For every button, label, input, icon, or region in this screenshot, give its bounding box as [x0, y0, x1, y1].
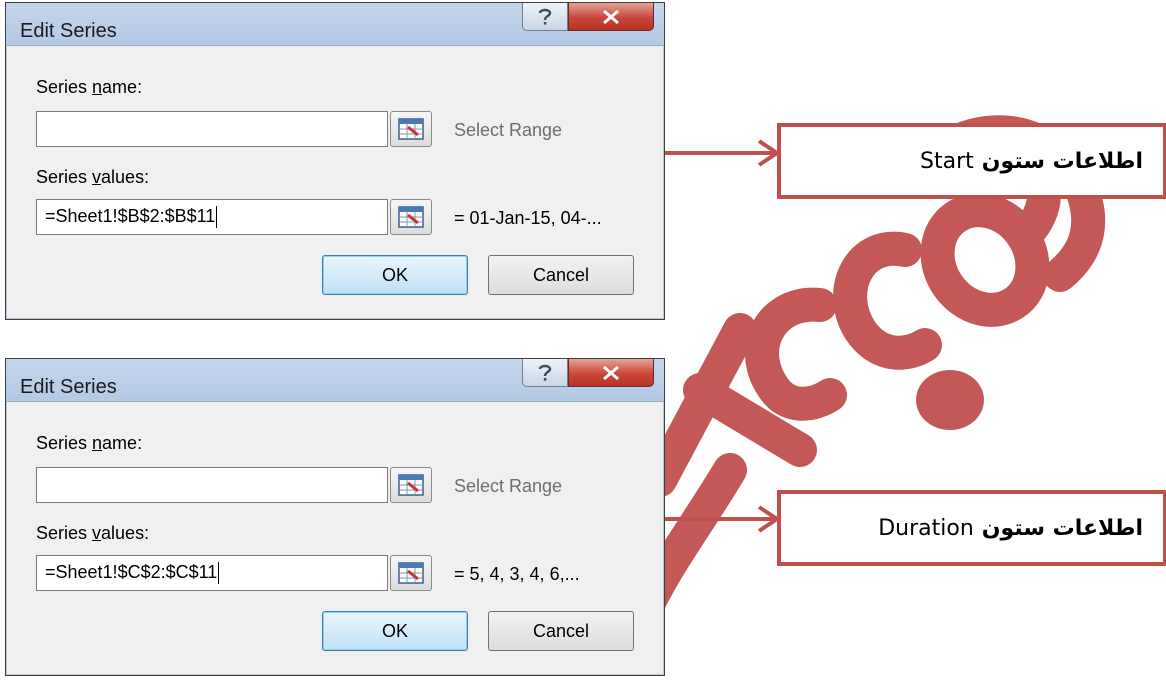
dialog-titlebar: Edit Series: [6, 359, 664, 402]
series-name-label: Series name:: [36, 77, 142, 98]
edit-series-dialog-duration: Edit Series Series name: Select Range Se…: [5, 358, 665, 676]
series-name-preview: Select Range: [454, 120, 563, 140]
series-values-input[interactable]: =Sheet1!$C$2:$C$11: [36, 555, 388, 591]
series-values-label: Series values:: [36, 523, 149, 544]
series-name-label-prefix: Series: [36, 77, 93, 97]
series-values-input[interactable]: =Sheet1!$B$2:$B$11: [36, 199, 388, 235]
range-select-icon: [398, 118, 424, 140]
callout-english: Start: [920, 148, 974, 174]
range-select-icon: [398, 206, 424, 228]
question-mark-icon: [538, 364, 552, 381]
cancel-button[interactable]: Cancel: [488, 255, 634, 295]
range-select-icon: [398, 562, 424, 584]
callout-start: Start اطلاعات ستون: [777, 123, 1166, 199]
close-button[interactable]: [568, 359, 654, 387]
series-values-label: Series values:: [36, 167, 149, 188]
callout-duration: Duration اطلاعات ستون: [777, 490, 1166, 566]
help-button[interactable]: [522, 359, 568, 387]
callout-english: Duration: [878, 515, 974, 541]
close-icon: [603, 365, 619, 380]
series-name-label-prefix: Series: [36, 433, 93, 453]
series-name-input[interactable]: [36, 467, 388, 503]
series-values-label-prefix: Series: [36, 523, 93, 543]
series-values-preview: = 01-Jan-15, 04-...: [454, 208, 602, 228]
series-values-label-accesskey: v: [92, 167, 102, 187]
series-values-label-suffix: alues:: [101, 167, 150, 187]
series-values-preview: = 5, 4, 3, 4, 6,...: [454, 564, 580, 584]
cancel-button[interactable]: Cancel: [488, 611, 634, 651]
series-name-label-suffix: ame:: [102, 433, 143, 453]
series-values-label-suffix: alues:: [101, 523, 150, 543]
series-values-label-prefix: Series: [36, 167, 93, 187]
text-cursor: [218, 562, 220, 585]
ok-button[interactable]: OK: [322, 255, 468, 295]
arrow-right-icon: [665, 139, 781, 167]
dialog-title: Edit Series: [20, 20, 117, 42]
series-name-label-suffix: ame:: [102, 77, 143, 97]
text-cursor: [216, 206, 218, 229]
arrow-right-icon: [665, 505, 781, 533]
series-name-range-button[interactable]: [390, 467, 432, 503]
range-select-icon: [398, 474, 424, 496]
ok-button[interactable]: OK: [322, 611, 468, 651]
series-values-label-accesskey: v: [92, 523, 102, 543]
dialog-titlebar: Edit Series: [6, 3, 664, 46]
series-name-label-accesskey: n: [92, 77, 103, 97]
series-name-label: Series name:: [36, 433, 142, 454]
close-button[interactable]: [568, 3, 654, 31]
callout-persian: اطلاعات ستون: [981, 515, 1143, 541]
series-name-preview: Select Range: [454, 476, 563, 496]
series-values-text: =Sheet1!$B$2:$B$11: [45, 206, 216, 226]
series-name-input[interactable]: [36, 111, 388, 147]
series-values-range-button[interactable]: [390, 555, 432, 591]
series-values-text: =Sheet1!$C$2:$C$11: [45, 562, 218, 582]
help-button[interactable]: [522, 3, 568, 31]
series-name-range-button[interactable]: [390, 111, 432, 147]
question-mark-icon: [538, 8, 552, 25]
edit-series-dialog-start: Edit Series Series name: Select Range Se…: [5, 2, 665, 320]
series-values-range-button[interactable]: [390, 199, 432, 235]
dialog-title: Edit Series: [20, 376, 117, 398]
series-name-label-accesskey: n: [92, 433, 103, 453]
callout-persian: اطلاعات ستون: [981, 148, 1143, 174]
close-icon: [603, 9, 619, 24]
